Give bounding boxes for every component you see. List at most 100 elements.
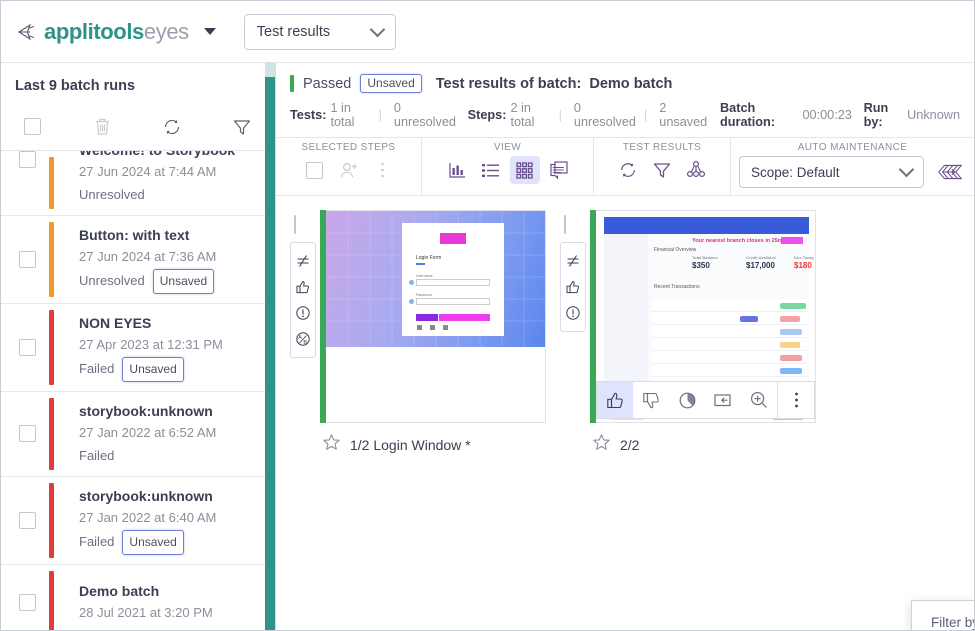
step-2-icon-column [560, 242, 586, 332]
magnifier-plus-icon [748, 389, 770, 411]
thumbs-up-icon[interactable] [293, 274, 313, 300]
run-status-bar [49, 483, 54, 558]
select-all-checkbox[interactable] [19, 114, 45, 140]
main-toolbar: SELECTED STEPS [276, 138, 974, 196]
run-checkbox[interactable] [19, 425, 47, 442]
thumb1-social-1 [417, 325, 422, 330]
refresh-icon [618, 160, 638, 180]
view-selector-dropdown[interactable]: Test results [244, 14, 396, 50]
view-list-button[interactable] [476, 156, 506, 184]
thumb1-user-field [416, 279, 490, 286]
run-unsaved-badge: Unsaved [122, 357, 183, 382]
step-2-checkbox[interactable] [564, 216, 590, 234]
page-title: Test results of batch: Demo batch [436, 76, 673, 92]
step-1-checkbox[interactable] [294, 216, 320, 234]
context-menu-item[interactable]: Filter by same [912, 605, 974, 630]
checkbox-icon [19, 425, 36, 442]
diff-icon[interactable] [563, 248, 583, 274]
run-name: Demo batch [79, 581, 213, 602]
caret-down-icon[interactable] [204, 28, 216, 35]
delete-button[interactable] [89, 114, 115, 140]
stat-sep: | [559, 108, 562, 122]
run-name: NON EYES [79, 313, 223, 334]
thumb2-sidebar [604, 234, 648, 400]
run-status-row: Failed [79, 445, 216, 467]
scope-dropdown[interactable]: Scope: Default [739, 156, 924, 188]
selected-steps-checkbox[interactable] [300, 156, 330, 184]
filter-icon [232, 118, 252, 136]
step-1-screenshot-wrap: Login Form Username Password [320, 210, 546, 423]
star-outline-icon[interactable] [592, 433, 611, 457]
scrollbar-thumb[interactable] [265, 77, 275, 630]
run-name: storybook:unknown [79, 401, 216, 422]
thumb2-banner: Your nearest branch closes in 25m 3s [692, 238, 790, 244]
ab-compare-icon[interactable]: AB [293, 326, 313, 352]
region-button[interactable] [669, 382, 705, 418]
filter-button[interactable] [229, 114, 255, 140]
batch-run-item[interactable]: storybook:unknown27 Jan 2022 at 6:40 AMF… [1, 477, 275, 565]
runby-key: Run by: [864, 101, 904, 129]
batch-runs-list[interactable]: Welcome! to Storybook27 Jun 2024 at 7:44… [1, 151, 275, 630]
batch-run-item[interactable]: NON EYES27 Apr 2023 at 12:31 PMFailedUns… [1, 304, 275, 392]
brand-logo[interactable]: applitoolseyes [17, 19, 216, 45]
copy-region-button[interactable] [705, 382, 741, 418]
step-card-2[interactable]: Your nearest branch closes in 25m 3s Fin… [560, 210, 816, 457]
sidebar-scrollbar[interactable] [265, 63, 275, 630]
run-date: 27 Apr 2023 at 12:31 PM [79, 334, 223, 357]
chevron-down-icon [369, 21, 385, 37]
view-grid-button[interactable] [510, 156, 540, 184]
view-detail-button[interactable] [544, 156, 574, 184]
checkbox-icon [564, 215, 566, 234]
apply-maintenance-button[interactable] [936, 158, 966, 186]
run-name: storybook:unknown [79, 486, 216, 507]
run-name: Button: with text [79, 225, 216, 246]
steps-grid: AB [276, 196, 974, 630]
batch-run-item[interactable]: Demo batch28 Jul 2021 at 3:20 PM [1, 565, 275, 630]
results-refresh-button[interactable] [613, 156, 643, 184]
star-outline-icon[interactable] [322, 433, 341, 457]
alert-icon[interactable] [563, 300, 583, 326]
run-checkbox[interactable] [19, 251, 47, 268]
run-status-bar [49, 222, 54, 297]
batch-run-item[interactable]: storybook:unknown27 Jan 2022 at 6:52 AMF… [1, 392, 275, 477]
thumb1-login-button [416, 314, 438, 321]
run-info: storybook:unknown27 Jan 2022 at 6:40 AMF… [47, 486, 216, 555]
step-1-screenshot[interactable]: Login Form Username Password [326, 210, 546, 423]
run-info: storybook:unknown27 Jan 2022 at 6:52 AMF… [47, 401, 216, 467]
alert-icon[interactable] [293, 300, 313, 326]
document-stack-icon [548, 160, 570, 180]
run-date: 27 Jun 2024 at 7:44 AM [79, 161, 235, 184]
run-status: Failed [79, 445, 114, 467]
results-filter-button[interactable] [647, 156, 677, 184]
thumb1-user-dot [409, 280, 414, 285]
assign-user-button[interactable] [334, 156, 364, 184]
zoom-button[interactable] [741, 382, 777, 418]
toolbar-group-auto-maintenance: AUTO MAINTENANCE Scope: Default [731, 138, 974, 195]
reject-button[interactable] [633, 382, 669, 418]
step-context-menu[interactable]: Filter by sameOpen in test editorOpen in… [911, 600, 974, 630]
view-chart-button[interactable] [442, 156, 472, 184]
batch-run-item[interactable]: Button: with text27 Jun 2024 at 7:36 AMU… [1, 216, 275, 304]
thumb1-login-card: Login Form Username Password [402, 223, 504, 336]
refresh-button[interactable] [159, 114, 185, 140]
run-date: 27 Jun 2024 at 7:36 AM [79, 246, 216, 269]
run-checkbox[interactable] [19, 151, 47, 168]
run-checkbox[interactable] [19, 594, 47, 611]
step-2-caption-text: 2/2 [620, 437, 639, 453]
accept-button[interactable] [597, 382, 633, 418]
steps-value: 2 in total [510, 101, 550, 129]
checkbox-icon [306, 162, 323, 179]
kebab-menu-icon [380, 161, 385, 179]
thumb2-kpi3-value: $180 [794, 261, 812, 270]
step-card-1[interactable]: AB [290, 210, 546, 457]
diff-icon[interactable] [293, 248, 313, 274]
run-checkbox[interactable] [19, 339, 47, 356]
batch-run-item[interactable]: Welcome! to Storybook27 Jun 2024 at 7:44… [1, 151, 275, 216]
thumbs-up-icon[interactable] [563, 274, 583, 300]
results-group-button[interactable] [681, 156, 711, 184]
brand-secondary: eyes [144, 19, 189, 44]
step-more-button[interactable] [778, 382, 814, 418]
run-checkbox[interactable] [19, 512, 47, 529]
brand-text: applitoolseyes [44, 19, 189, 45]
selected-steps-more-button[interactable] [368, 156, 398, 184]
